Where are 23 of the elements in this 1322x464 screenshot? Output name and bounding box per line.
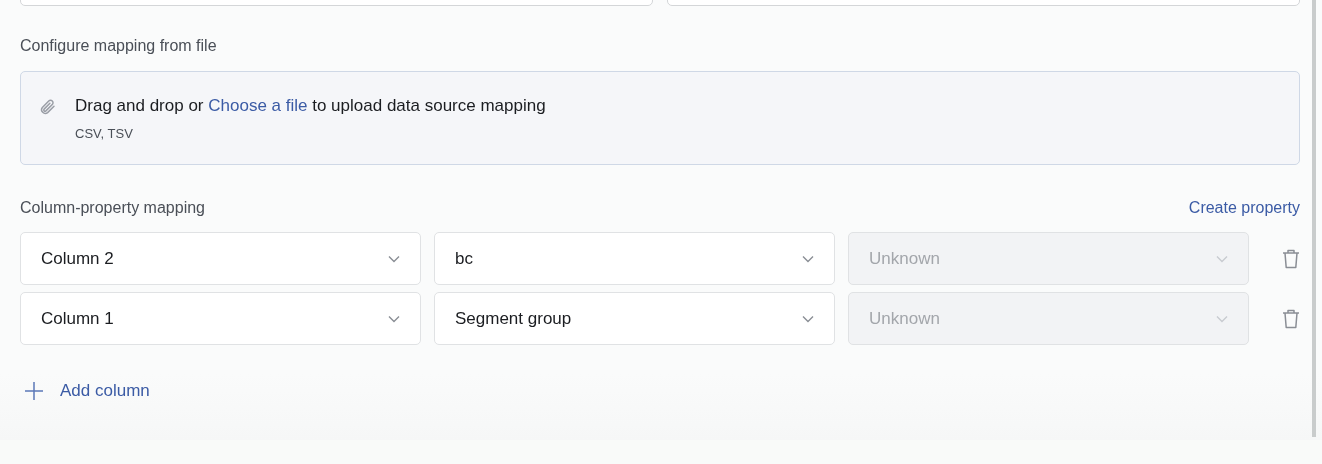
chevron-down-icon	[1216, 254, 1228, 263]
chevron-down-icon	[1216, 314, 1228, 323]
chevron-down-icon	[802, 254, 814, 263]
add-column-button[interactable]: Add column	[24, 381, 150, 401]
section-label: Configure mapping from file	[20, 37, 218, 55]
choose-file-link[interactable]: Choose a file	[208, 96, 308, 115]
delete-icon[interactable]	[1282, 308, 1300, 329]
dropdown[interactable]: bc	[434, 232, 835, 285]
chevron-down-icon	[388, 254, 400, 263]
dropdown[interactable]: Column 2	[20, 232, 421, 285]
chevron-down-icon	[802, 314, 814, 323]
file-formats: CSV, TSV	[75, 126, 134, 141]
chevron-down-icon	[388, 314, 400, 323]
plus-icon	[24, 381, 44, 401]
paperclip-icon	[39, 98, 57, 116]
scrollbar[interactable]	[1312, 0, 1316, 437]
file-drop-zone[interactable]: Drag and drop or Choose a file to upload data source mapping CSV, TSV	[20, 71, 1300, 165]
section-label: Column-property mapping	[20, 199, 205, 217]
dropdown[interactable]: Segment group	[434, 292, 835, 345]
delete-icon[interactable]	[1282, 248, 1300, 269]
upload-instructions: Drag and drop or Choose a file to upload data source mapping	[75, 96, 546, 116]
dropdown[interactable]: Column 1	[20, 292, 421, 345]
create-property-link[interactable]: Create property	[1188, 199, 1300, 217]
